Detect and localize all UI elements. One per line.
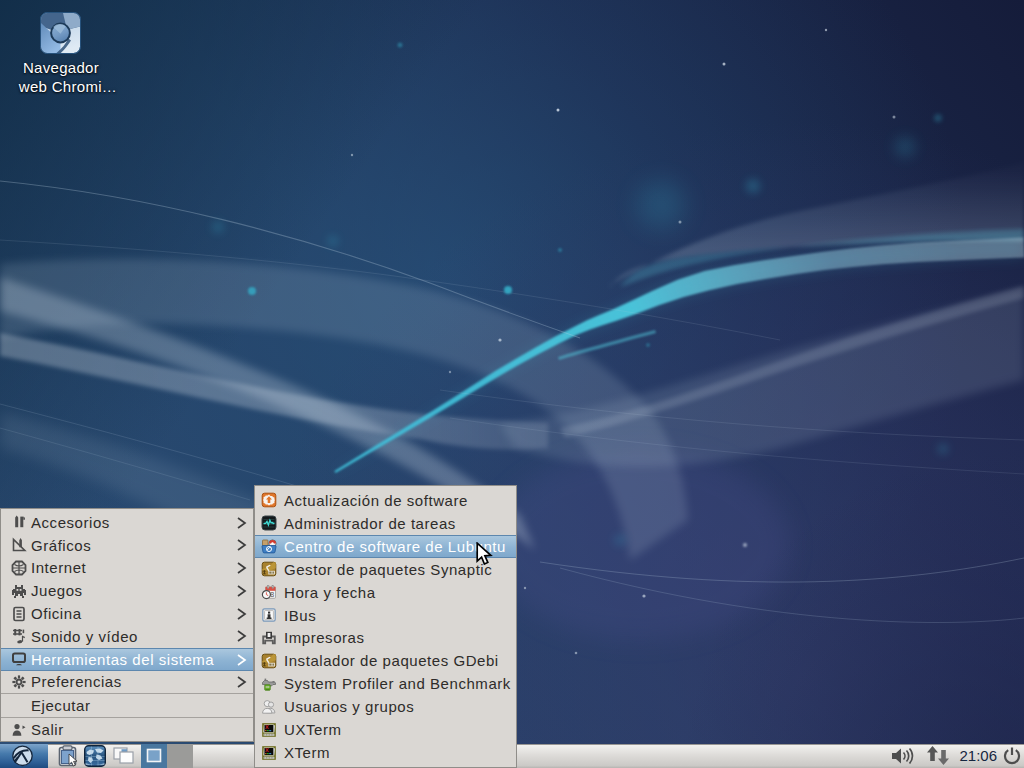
svg-text:X: X <box>265 724 269 730</box>
svg-text:X: X <box>265 747 269 753</box>
